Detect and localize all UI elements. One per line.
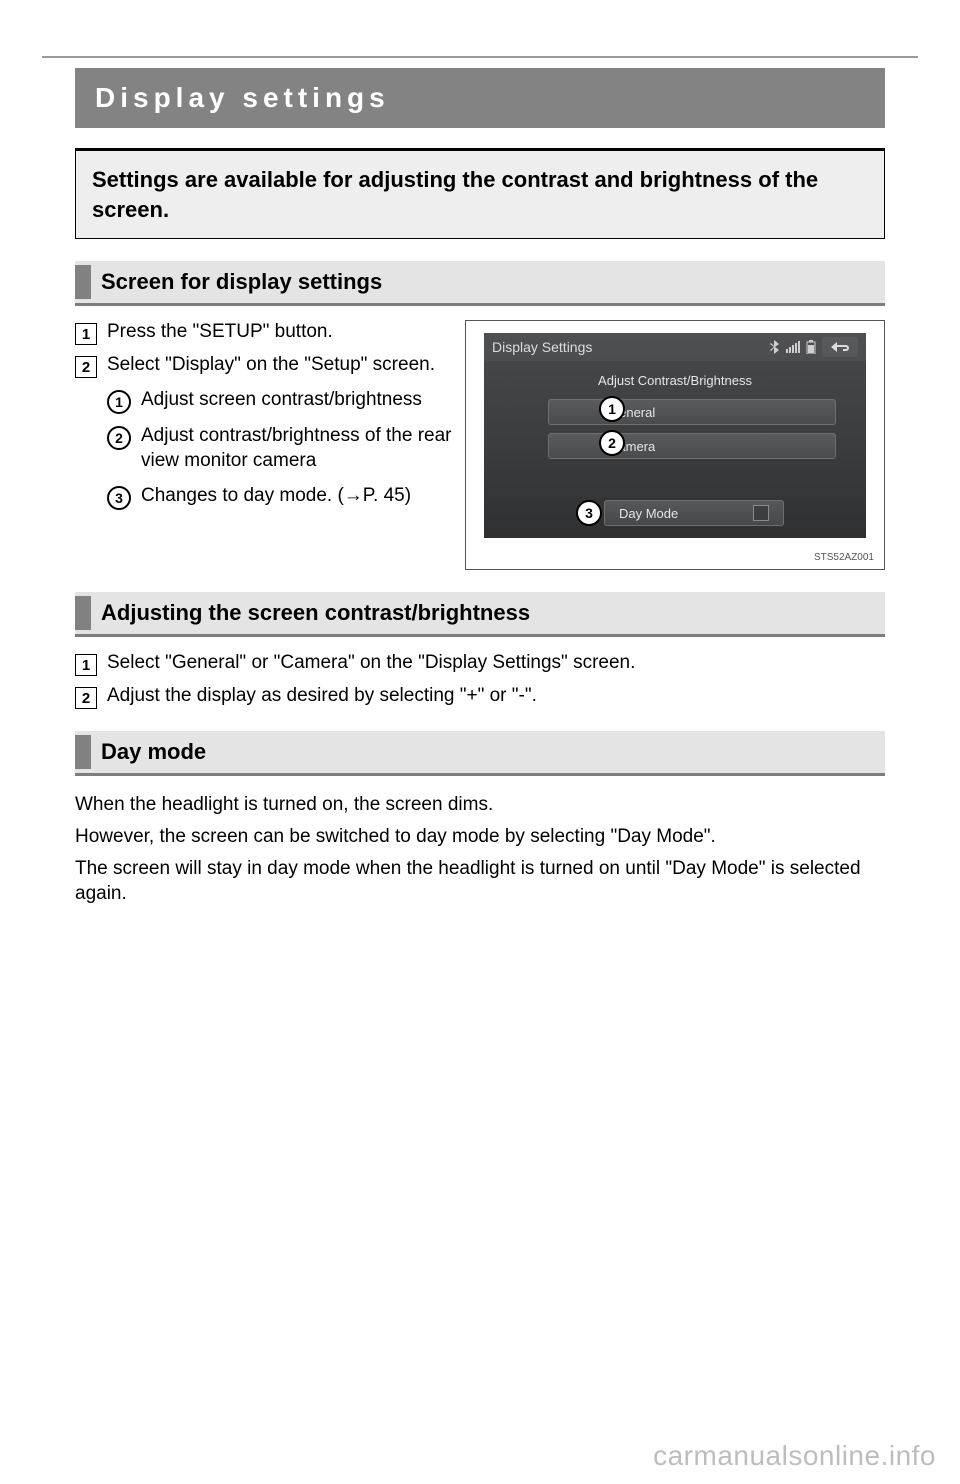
callout-text-1: Adjust screen contrast/brightness (141, 388, 422, 413)
subheading-bar (75, 735, 91, 769)
step-1: 1 Press the "SETUP" button. (75, 320, 460, 345)
screenshot-inner: Display Settings (484, 333, 866, 538)
option-camera[interactable]: Camera (548, 433, 836, 459)
page-top-band (0, 0, 960, 58)
callout-text-3: Changes to day mode. (→P. 45) (141, 484, 411, 509)
section2-body: 1 Select "General" or "Camera" on the "D… (75, 637, 885, 709)
day-mode-p2: However, the screen can be switched to d… (75, 824, 885, 850)
day-mode-label: Day Mode (619, 506, 678, 521)
screenshot-title: Display Settings (492, 339, 592, 355)
battery-icon (806, 340, 816, 354)
back-arrow-icon (829, 341, 851, 353)
signal-icon (786, 341, 800, 353)
day-mode-p3: The screen will stay in day mode when th… (75, 856, 885, 907)
screenshot-code: STS52AZ001 (814, 552, 874, 563)
step-number-2: 2 (75, 356, 97, 378)
subheading-label: Screen for display settings (101, 265, 382, 299)
manual-page: Display settings Settings are available … (0, 0, 960, 1484)
back-button[interactable] (822, 337, 858, 357)
section1-right: Display Settings (460, 306, 885, 570)
screenshot-statusbar: Display Settings (484, 333, 866, 361)
step-number-1: 1 (75, 323, 97, 345)
step-text-2: Select "Display" on the "Setup" screen. (107, 353, 435, 378)
callout-2: 2 Adjust contrast/brightness of the rear… (107, 424, 460, 473)
page-content: Display settings Settings are available … (75, 68, 885, 907)
bluetooth-icon (770, 340, 780, 354)
subheading-day-mode: Day mode (75, 731, 885, 776)
adj-step-number-1: 1 (75, 654, 97, 676)
option-general[interactable]: General (548, 399, 836, 425)
adj-step-1: 1 Select "General" or "Camera" on the "D… (75, 651, 885, 676)
adj-step-text-1: Select "General" or "Camera" on the "Dis… (107, 651, 635, 676)
watermark: carmanualsonline.info (653, 1440, 936, 1472)
step-2: 2 Select "Display" on the "Setup" screen… (75, 353, 460, 378)
callout-3: 3 Changes to day mode. (→P. 45) (107, 484, 460, 510)
callout-text-2: Adjust contrast/brightness of the rear v… (141, 424, 460, 473)
subheading-display-settings: Screen for display settings (75, 261, 885, 306)
status-icons (770, 337, 858, 357)
subheading-label: Adjusting the screen contrast/brightness (101, 596, 530, 630)
top-rule (42, 56, 918, 58)
subheading-label: Day mode (101, 735, 206, 769)
callout-num-3: 3 (107, 486, 131, 510)
annotation-3: 3 (576, 500, 602, 526)
subheading-bar (75, 265, 91, 299)
section1-left: 1 Press the "SETUP" button. 2 Select "Di… (75, 306, 460, 570)
callout-1: 1 Adjust screen contrast/brightness (107, 388, 460, 414)
callout-num-1: 1 (107, 390, 131, 414)
subheading-adjust: Adjusting the screen contrast/brightness (75, 592, 885, 637)
screenshot-frame: Display Settings (465, 320, 885, 570)
day-mode-checkbox[interactable] (753, 505, 769, 521)
adj-step-number-2: 2 (75, 687, 97, 709)
adj-step-text-2: Adjust the display as desired by selecti… (107, 684, 537, 709)
screenshot-subtitle: Adjust Contrast/Brightness (484, 373, 866, 388)
step-text-1: Press the "SETUP" button. (107, 320, 333, 345)
subheading-bar (75, 596, 91, 630)
section1-row: 1 Press the "SETUP" button. 2 Select "Di… (75, 306, 885, 570)
intro-box: Settings are available for adjusting the… (75, 148, 885, 239)
day-mode-button[interactable]: Day Mode (604, 500, 784, 526)
adj-step-2: 2 Adjust the display as desired by selec… (75, 684, 885, 709)
callout-num-2: 2 (107, 426, 131, 450)
page-title: Display settings (75, 68, 885, 128)
day-mode-p1: When the headlight is turned on, the scr… (75, 792, 885, 818)
day-mode-body: When the headlight is turned on, the scr… (75, 792, 885, 907)
